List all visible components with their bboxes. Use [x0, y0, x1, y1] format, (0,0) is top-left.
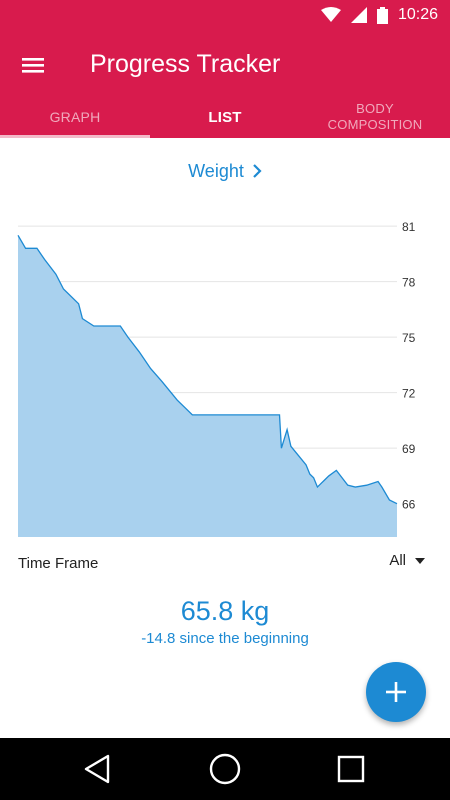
tab-body-composition-line1: BODY — [356, 101, 394, 116]
tab-indicator — [0, 135, 150, 138]
recents-icon[interactable] — [333, 751, 369, 787]
battery-icon — [376, 6, 388, 24]
tab-bar: GRAPH LIST BODY COMPOSITION — [0, 96, 450, 138]
chart-y-tick-label: 72 — [402, 387, 416, 401]
chart-area-fill — [18, 235, 397, 537]
time-frame-label: Time Frame — [18, 555, 99, 572]
time-frame-value: All — [389, 552, 406, 569]
cellular-signal-icon — [350, 7, 367, 23]
chart-y-tick-label: 75 — [402, 331, 416, 345]
status-icons: 10:26 — [320, 5, 438, 25]
tab-list[interactable]: LIST — [150, 96, 300, 138]
system-nav-bar — [0, 738, 450, 800]
plus-icon — [386, 682, 406, 702]
wifi-icon — [320, 7, 341, 22]
metric-selector[interactable]: Weight — [0, 158, 450, 184]
app-bar: Progress Tracker GRAPH LIST BODY COMPOSI… — [0, 30, 450, 138]
app-title: Progress Tracker — [90, 50, 281, 78]
chart-y-ticks: 81 78 75 72 69 66 — [402, 220, 416, 512]
chart-y-tick-label: 81 — [402, 220, 416, 234]
tab-body-composition[interactable]: BODY COMPOSITION — [300, 96, 450, 138]
chevron-right-icon — [253, 164, 262, 178]
metric-label: Weight — [188, 160, 244, 181]
dropdown-arrow-icon — [415, 557, 425, 564]
current-weight-value: 65.8 kg — [180, 596, 270, 626]
tab-body-composition-line2: COMPOSITION — [327, 117, 423, 132]
add-entry-button[interactable] — [366, 662, 426, 722]
tab-graph-label: GRAPH — [49, 109, 101, 125]
hamburger-menu-icon[interactable] — [18, 50, 48, 80]
back-icon[interactable] — [80, 751, 116, 787]
chart-y-tick-label: 69 — [402, 442, 416, 456]
weight-change-text: -14.8 since the beginning — [141, 630, 309, 647]
chart-area-layer — [17, 235, 398, 537]
tab-graph[interactable]: GRAPH — [0, 96, 150, 138]
chart-y-tick-label: 78 — [402, 276, 416, 290]
status-bar: 10:26 — [0, 0, 450, 30]
home-icon[interactable] — [207, 751, 243, 787]
tab-body-composition-label: BODY COMPOSITION — [328, 101, 423, 133]
tab-list-label: LIST — [208, 108, 242, 126]
chart-y-tick-label: 66 — [402, 498, 416, 512]
clock: 10:26 — [397, 6, 438, 23]
weight-chart: 81 78 75 72 69 66 — [17, 220, 416, 537]
time-frame-dropdown[interactable]: All — [389, 552, 426, 569]
